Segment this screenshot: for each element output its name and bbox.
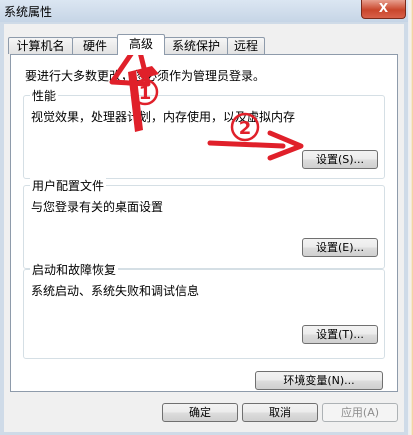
background-edge [408, 0, 413, 435]
window-title: 系统属性 [4, 5, 53, 19]
system-properties-window: 系统属性 X 计算机名 硬件 高级 系统保护 远程 要进行大多数更改，您必须作为… [0, 0, 409, 435]
tab-hardware[interactable]: 硬件 [72, 37, 118, 54]
user-profiles-title: 用户配置文件 [30, 177, 107, 194]
performance-description: 视觉效果，处理器计划，内存使用，以及虚拟内存 [31, 110, 296, 124]
startup-recovery-title: 启动和故障恢复 [30, 261, 119, 278]
ok-button[interactable]: 确定 [162, 403, 238, 422]
advanced-tab-panel: 要进行大多数更改，您必须作为管理员登录。 性能 视觉效果，处理器计划，内存使用，… [10, 54, 398, 392]
user-profiles-settings-button[interactable]: 设置(E)... [302, 238, 378, 257]
admin-note: 要进行大多数更改，您必须作为管理员登录。 [25, 69, 266, 83]
performance-settings-button[interactable]: 设置(S)... [302, 150, 378, 169]
startup-recovery-group: 启动和故障恢复 系统启动、系统失败和调试信息 设置(T)... [23, 261, 385, 359]
tab-remote[interactable]: 远程 [227, 37, 265, 54]
tab-computer-name[interactable]: 计算机名 [8, 37, 73, 54]
title-bar[interactable]: 系统属性 X [0, 0, 408, 22]
tab-advanced[interactable]: 高级 [117, 34, 165, 55]
close-button[interactable]: X [361, 0, 406, 19]
environment-variables-button[interactable]: 环境变量(N)... [255, 371, 383, 390]
user-profiles-group: 用户配置文件 与您登录有关的桌面设置 设置(E)... [23, 177, 385, 269]
startup-recovery-settings-button[interactable]: 设置(T)... [302, 325, 378, 344]
startup-recovery-description: 系统启动、系统失败和调试信息 [31, 284, 200, 298]
performance-title: 性能 [30, 87, 59, 104]
user-profiles-description: 与您登录有关的桌面设置 [31, 200, 164, 214]
performance-group: 性能 视觉效果，处理器计划，内存使用，以及虚拟内存 设置(S)... [23, 87, 385, 179]
dialog-client-area: 计算机名 硬件 高级 系统保护 远程 要进行大多数更改，您必须作为管理员登录。 … [4, 24, 404, 432]
apply-button[interactable]: 应用(A) [322, 403, 398, 422]
close-icon: X [378, 1, 389, 15]
cancel-button[interactable]: 取消 [242, 403, 318, 422]
tab-system-protection[interactable]: 系统保护 [164, 37, 228, 54]
